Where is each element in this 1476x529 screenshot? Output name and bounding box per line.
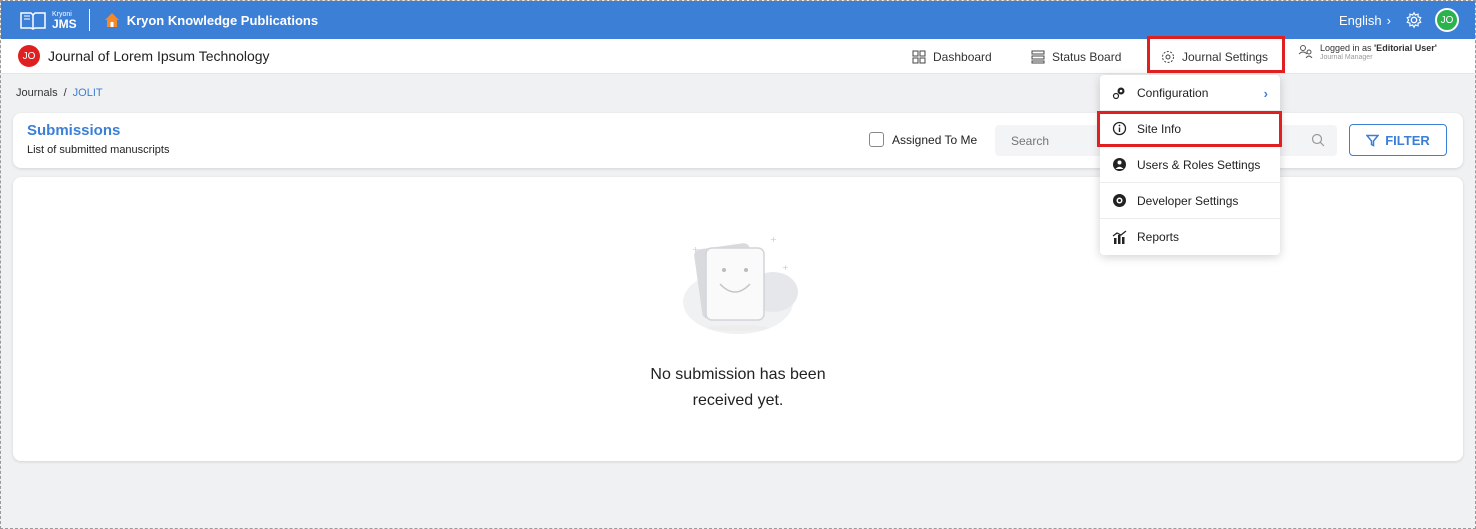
menu-item-label: Users & Roles Settings [1137, 157, 1261, 172]
svg-text:+: + [782, 263, 789, 272]
chevron-right-icon: › [1263, 86, 1268, 101]
menu-item-users-roles[interactable]: Users & Roles Settings [1100, 147, 1280, 183]
breadcrumb-separator: / [63, 87, 67, 99]
user-avatar[interactable]: JO [1435, 8, 1459, 32]
breadcrumb-journals[interactable]: Journals [16, 87, 58, 99]
breadcrumb: Journals / JOLIT [16, 87, 103, 99]
journal-title[interactable]: Journal of Lorem Ipsum Technology [48, 48, 270, 64]
menu-item-developer-settings[interactable]: Developer Settings [1100, 183, 1280, 219]
user-switch-icon [1298, 45, 1313, 59]
nav-dashboard-label: Dashboard [933, 49, 992, 64]
logged-in-info: Logged in as 'Editorial User' Journal Ma… [1298, 43, 1437, 62]
filter-label: FILTER [1385, 132, 1430, 148]
assigned-checkbox[interactable] [869, 132, 884, 147]
logged-in-role: Journal Manager [1320, 53, 1373, 61]
svg-text:+: + [692, 245, 699, 254]
empty-state-icon: + + + [683, 235, 798, 334]
menu-item-label: Reports [1137, 230, 1180, 244]
logged-in-line: Logged in as 'Editorial User' [1320, 43, 1437, 54]
filter-icon [1366, 134, 1380, 147]
developer-icon [1113, 194, 1126, 207]
gears-icon [1112, 87, 1125, 100]
svg-text:+: + [770, 235, 777, 244]
menu-item-label: Developer Settings [1137, 193, 1239, 208]
reports-icon [1112, 230, 1127, 244]
logo-big-text: JMS [52, 16, 77, 31]
nav-dashboard[interactable]: Dashboard [912, 39, 992, 74]
journal-settings-dropdown: Configuration › Site Info Users & Roles … [1100, 75, 1280, 255]
assigned-label: Assigned To Me [892, 132, 978, 147]
top-bar: Kryoni JMS Kryon Knowledge Publications … [1, 1, 1475, 39]
page-subtitle: List of submitted manuscripts [27, 144, 170, 156]
book-logo-icon [20, 12, 46, 30]
grid-icon [912, 50, 926, 63]
nav-status-board[interactable]: Status Board [1031, 39, 1121, 74]
language-label: English [1339, 12, 1382, 28]
empty-line-1: No submission has been [650, 366, 826, 383]
nav-status-board-label: Status Board [1052, 49, 1122, 64]
page-title: Submissions [27, 122, 121, 139]
logged-in-user: 'Editorial User' [1374, 43, 1437, 53]
filter-button[interactable]: FILTER [1349, 124, 1447, 156]
app-logo[interactable]: Kryoni JMS [19, 10, 77, 30]
empty-state-message: No submission has been received yet. [613, 362, 863, 413]
menu-item-reports[interactable]: Reports [1100, 219, 1280, 255]
language-selector[interactable]: English › [1339, 13, 1391, 28]
site-info-highlight [1097, 111, 1282, 147]
chevron-right-icon: › [1386, 12, 1391, 28]
board-icon [1031, 50, 1045, 63]
menu-item-configuration[interactable]: Configuration › [1100, 75, 1280, 111]
logged-in-prefix: Logged in as [1320, 43, 1375, 53]
search-icon[interactable] [1311, 133, 1325, 147]
journal-avatar: JO [18, 45, 40, 67]
breadcrumb-current[interactable]: JOLIT [73, 87, 103, 99]
topbar-divider [88, 9, 90, 31]
menu-item-label: Configuration [1137, 85, 1209, 100]
publisher-name[interactable]: Kryon Knowledge Publications [127, 13, 318, 28]
gear-icon[interactable] [1405, 11, 1423, 29]
home-icon [104, 13, 119, 27]
journal-settings-highlight [1147, 36, 1285, 73]
assigned-to-me-toggle[interactable]: Assigned To Me [869, 132, 977, 147]
empty-line-2: received yet. [692, 391, 784, 409]
users-roles-icon [1113, 158, 1126, 171]
